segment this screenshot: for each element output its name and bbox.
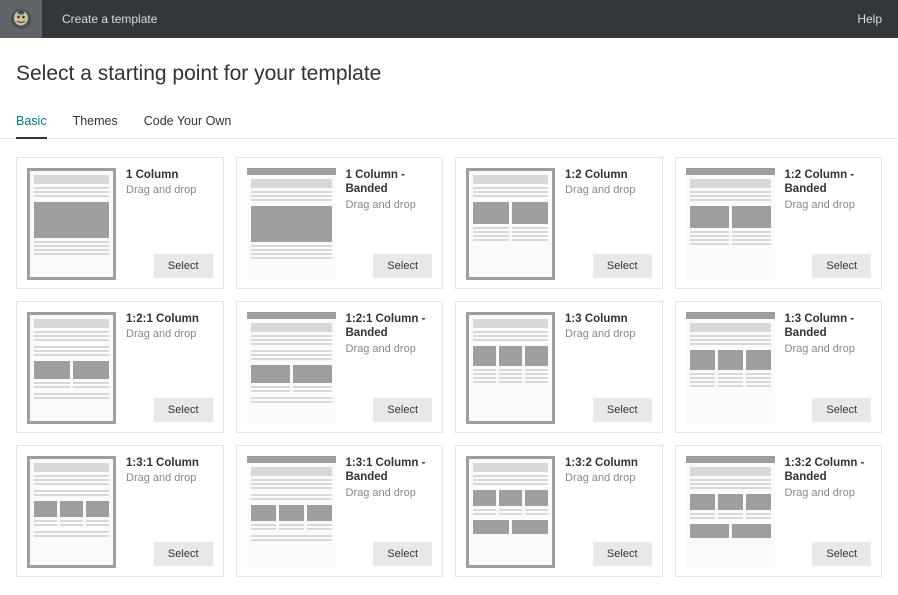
- template-info: 1:2 Column - Banded Drag and drop Select: [785, 168, 872, 278]
- template-card: 1 Column Drag and drop Select: [16, 157, 224, 289]
- template-info: 1:2 Column Drag and drop Select: [565, 168, 652, 278]
- template-title: 1:2:1 Column - Banded: [346, 312, 433, 341]
- template-info: 1:2:1 Column - Banded Drag and drop Select: [346, 312, 433, 422]
- template-info: 1:2:1 Column Drag and drop Select: [126, 312, 213, 422]
- select-button[interactable]: Select: [373, 542, 432, 566]
- breadcrumb[interactable]: Create a template: [42, 12, 857, 26]
- template-card: 1:2 Column - Banded Drag and drop Select: [675, 157, 883, 289]
- select-button[interactable]: Select: [154, 254, 213, 278]
- template-title: 1 Column - Banded: [346, 168, 433, 197]
- template-title: 1:3 Column: [565, 312, 652, 326]
- template-subtitle: Drag and drop: [565, 472, 652, 484]
- select-button[interactable]: Select: [812, 254, 871, 278]
- template-info: 1:3:2 Column Drag and drop Select: [565, 456, 652, 566]
- template-preview: [27, 168, 116, 280]
- select-button[interactable]: Select: [812, 542, 871, 566]
- template-subtitle: Drag and drop: [785, 199, 872, 211]
- select-button[interactable]: Select: [593, 254, 652, 278]
- top-bar: Create a template Help: [0, 0, 898, 38]
- template-card: 1:3:2 Column Drag and drop Select: [455, 445, 663, 577]
- template-info: 1:3:1 Column Drag and drop Select: [126, 456, 213, 566]
- template-subtitle: Drag and drop: [565, 328, 652, 340]
- template-grid: 1 ColumnDrag and dropSelect1 Column - Ba…: [0, 139, 898, 595]
- mailchimp-icon: [9, 7, 33, 31]
- template-preview: [686, 456, 775, 568]
- page-title: Select a starting point for your templat…: [0, 38, 898, 90]
- template-title: 1:3:2 Column: [565, 456, 652, 470]
- template-preview: [247, 168, 336, 280]
- template-subtitle: Drag and drop: [785, 343, 872, 355]
- template-subtitle: Drag and drop: [346, 487, 433, 499]
- template-card: 1:3:1 Column - Banded Drag and drop Select: [236, 445, 444, 577]
- template-title: 1:3:2 Column - Banded: [785, 456, 872, 485]
- template-info: 1 Column Drag and drop Select: [126, 168, 213, 278]
- template-preview: [247, 456, 336, 568]
- template-preview: [466, 456, 555, 568]
- template-subtitle: Drag and drop: [126, 184, 213, 196]
- template-card: 1:3 Column - Banded Drag and drop Select: [675, 301, 883, 433]
- template-title: 1:2 Column - Banded: [785, 168, 872, 197]
- template-info: 1 Column - Banded Drag and drop Select: [346, 168, 433, 278]
- template-subtitle: Drag and drop: [565, 184, 652, 196]
- help-link[interactable]: Help: [857, 12, 898, 26]
- template-preview: [686, 312, 775, 424]
- tab-basic[interactable]: Basic: [16, 114, 47, 139]
- template-subtitle: Drag and drop: [346, 343, 433, 355]
- select-button[interactable]: Select: [373, 398, 432, 422]
- template-title: 1:2 Column: [565, 168, 652, 182]
- tabs: Basic Themes Code Your Own: [0, 90, 898, 139]
- select-button[interactable]: Select: [812, 398, 871, 422]
- select-button[interactable]: Select: [154, 398, 213, 422]
- tab-themes[interactable]: Themes: [73, 114, 118, 138]
- tab-code-your-own[interactable]: Code Your Own: [144, 114, 232, 138]
- template-preview: [247, 312, 336, 424]
- template-card: 1:2 Column Drag and drop Select: [455, 157, 663, 289]
- select-button[interactable]: Select: [593, 398, 652, 422]
- template-preview: [466, 168, 555, 280]
- select-button[interactable]: Select: [373, 254, 432, 278]
- template-card: 1:2:1 Column - Banded Drag and drop Select: [236, 301, 444, 433]
- template-preview: [466, 312, 555, 424]
- template-card: 1:2:1 Column Drag and drop Select: [16, 301, 224, 433]
- template-title: 1 Column: [126, 168, 213, 182]
- template-preview: [686, 168, 775, 280]
- template-title: 1:3:1 Column: [126, 456, 213, 470]
- template-subtitle: Drag and drop: [126, 472, 213, 484]
- template-subtitle: Drag and drop: [126, 328, 213, 340]
- template-card: 1:3 Column Drag and drop Select: [455, 301, 663, 433]
- template-card: 1:3:2 Column - Banded Drag and drop Select: [675, 445, 883, 577]
- select-button[interactable]: Select: [593, 542, 652, 566]
- select-button[interactable]: Select: [154, 542, 213, 566]
- template-info: 1:3:2 Column - Banded Drag and drop Select: [785, 456, 872, 566]
- template-preview: [27, 456, 116, 568]
- template-preview: [27, 312, 116, 424]
- template-title: 1:3:1 Column - Banded: [346, 456, 433, 485]
- template-title: 1:3 Column - Banded: [785, 312, 872, 341]
- template-info: 1:3 Column - Banded Drag and drop Select: [785, 312, 872, 422]
- logo[interactable]: [0, 0, 42, 38]
- template-card: 1 Column - Banded Drag and drop Select: [236, 157, 444, 289]
- template-card: 1:3:1 Column Drag and drop Select: [16, 445, 224, 577]
- template-subtitle: Drag and drop: [785, 487, 872, 499]
- template-info: 1:3:1 Column - Banded Drag and drop Select: [346, 456, 433, 566]
- template-info: 1:3 Column Drag and drop Select: [565, 312, 652, 422]
- template-subtitle: Drag and drop: [346, 199, 433, 211]
- template-title: 1:2:1 Column: [126, 312, 213, 326]
